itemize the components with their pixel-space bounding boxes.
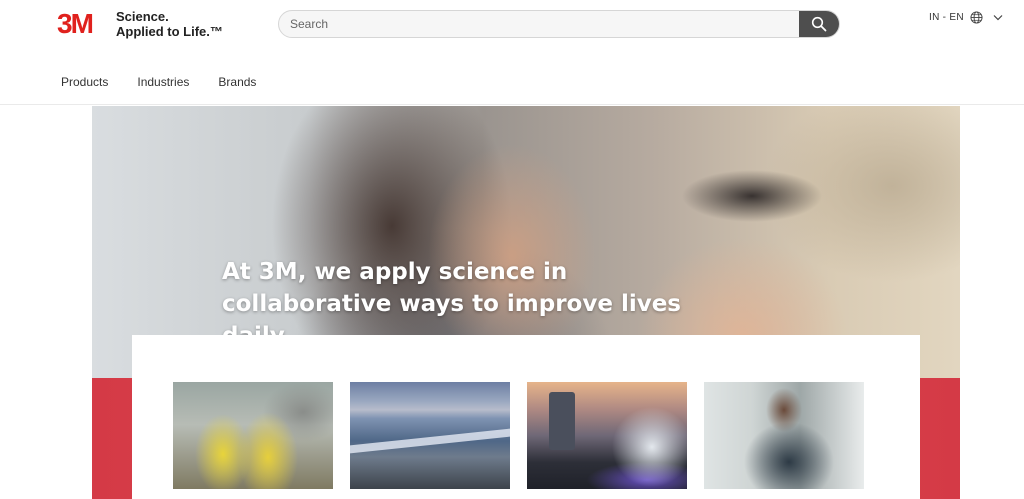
brand-logo[interactable]: 3M Science. Applied to Life.™ bbox=[57, 9, 223, 39]
locale-label: IN - EN bbox=[929, 12, 964, 23]
chevron-down-icon bbox=[993, 15, 1003, 21]
featured-card bbox=[132, 335, 920, 499]
header-divider bbox=[0, 104, 1024, 105]
search-icon bbox=[811, 16, 827, 32]
hero-banner: At 3M, we apply science in collaborative… bbox=[92, 106, 960, 499]
tile-image-ppe[interactable] bbox=[173, 382, 333, 489]
search-input[interactable] bbox=[279, 11, 801, 37]
nav-item-brands[interactable]: Brands bbox=[218, 75, 256, 89]
search-button[interactable] bbox=[799, 11, 839, 37]
logo-tagline: Science. Applied to Life.™ bbox=[116, 9, 223, 39]
tile-image-student[interactable] bbox=[704, 382, 864, 489]
main-nav: Products Industries Brands bbox=[61, 75, 285, 89]
tile-image-ev-charging[interactable] bbox=[527, 382, 687, 489]
search-bar bbox=[278, 10, 840, 38]
nav-item-industries[interactable]: Industries bbox=[137, 75, 189, 89]
tile-image-water[interactable] bbox=[350, 382, 510, 489]
tagline-line-1: Science. bbox=[116, 9, 169, 24]
tagline-line-2: Applied to Life.™ bbox=[116, 24, 223, 39]
featured-tiles bbox=[173, 382, 864, 489]
globe-icon bbox=[970, 11, 983, 24]
locale-selector[interactable]: IN - EN bbox=[929, 11, 1003, 24]
logo-mark: 3M bbox=[57, 8, 94, 39]
nav-item-products[interactable]: Products bbox=[61, 75, 108, 89]
